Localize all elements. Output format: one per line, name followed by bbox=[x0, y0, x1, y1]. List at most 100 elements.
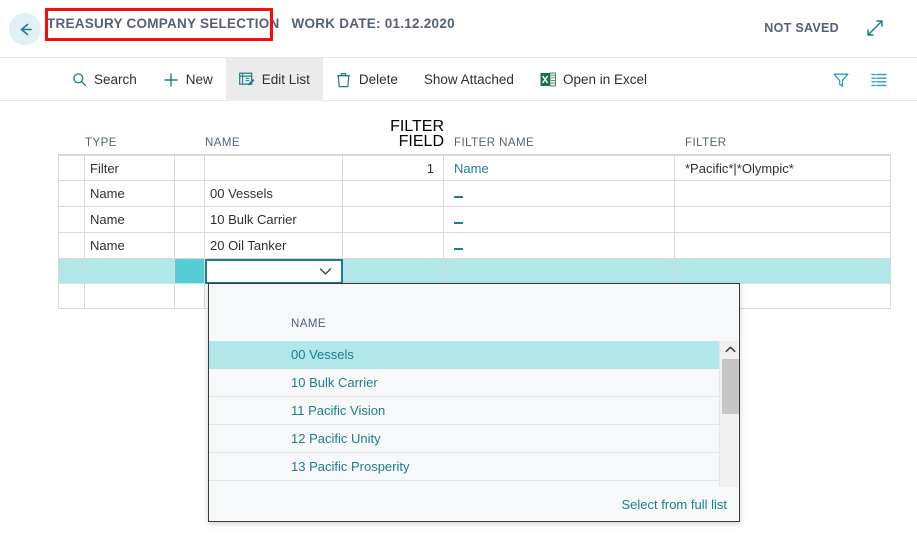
title-area: TREASURY COMPANY SELECTION WORK DATE: 01… bbox=[47, 16, 455, 31]
table-row[interactable]: Name 20 Oil Tanker bbox=[58, 233, 891, 259]
cell-type-extra[interactable] bbox=[175, 259, 205, 284]
cell-type[interactable]: Name bbox=[85, 181, 175, 207]
select-from-full-list-link[interactable]: Select from full list bbox=[622, 497, 727, 512]
row-selector-cell[interactable] bbox=[58, 284, 85, 309]
toolbar-new-button[interactable]: New bbox=[150, 58, 226, 101]
cell-type[interactable]: Name bbox=[85, 233, 175, 259]
arrow-left-icon bbox=[16, 20, 35, 39]
toolbar-delete-button[interactable]: Delete bbox=[323, 58, 411, 101]
page-header: TREASURY COMPANY SELECTION WORK DATE: 01… bbox=[0, 0, 917, 58]
col-header-filter-field-line1: FILTER bbox=[390, 119, 444, 134]
cell-filter-field[interactable] bbox=[343, 259, 444, 284]
cell-filter-name[interactable] bbox=[444, 259, 675, 284]
toolbar-show-attached-button[interactable]: Show Attached bbox=[411, 58, 527, 101]
toolbar-open-in-excel-button[interactable]: Open in Excel bbox=[527, 58, 660, 101]
cell-filter-name[interactable]: Name bbox=[444, 155, 675, 181]
back-button[interactable] bbox=[9, 13, 41, 45]
dropdown-option[interactable]: 10 Bulk Carrier bbox=[209, 369, 719, 397]
name-combobox-input[interactable] bbox=[207, 261, 341, 282]
col-header-spacer bbox=[58, 110, 85, 154]
empty-dash-icon bbox=[454, 222, 463, 224]
col-header-filter-field-line2: FIELD bbox=[399, 134, 444, 149]
cell-filter[interactable] bbox=[675, 233, 891, 259]
row-selector-cell[interactable] bbox=[58, 233, 85, 259]
edit-list-icon bbox=[239, 72, 255, 88]
cell-filter-name[interactable] bbox=[444, 207, 675, 233]
toolbar-search-button[interactable]: Search bbox=[58, 58, 150, 101]
toolbar: Search New bbox=[0, 58, 917, 101]
toolbar-edit-list-button[interactable]: Edit List bbox=[226, 58, 323, 101]
cell-filter[interactable]: *Pacific*|*Olympic* bbox=[675, 155, 891, 181]
cell-filter[interactable] bbox=[675, 207, 891, 233]
toolbar-open-in-excel-label: Open in Excel bbox=[563, 72, 647, 87]
cell-type-extra[interactable] bbox=[175, 233, 205, 259]
table-row[interactable]: Filter 1 Name *Pacific*|*Olympic* bbox=[58, 155, 891, 181]
filter-funnel-icon[interactable] bbox=[831, 70, 851, 90]
col-header-name[interactable]: NAME bbox=[205, 110, 343, 154]
table-row[interactable]: Name 10 Bulk Carrier bbox=[58, 207, 891, 233]
cell-type-extra[interactable] bbox=[175, 181, 205, 207]
cell-filter[interactable] bbox=[675, 259, 891, 284]
cell-filter-field[interactable]: 1 bbox=[343, 155, 444, 181]
search-icon bbox=[71, 72, 87, 88]
dropdown-options-viewport: 00 Vessels 10 Bulk Carrier 11 Pacific Vi… bbox=[209, 341, 721, 509]
table-row-selected[interactable] bbox=[58, 259, 891, 284]
cell-type[interactable]: Name bbox=[85, 207, 175, 233]
dropdown-option[interactable]: 00 Vessels bbox=[209, 341, 719, 369]
cell-type[interactable] bbox=[85, 284, 175, 309]
toolbar-right-icons bbox=[831, 58, 889, 101]
scrollbar-thumb[interactable] bbox=[722, 359, 739, 414]
dropdown-option[interactable]: 13 Pacific Prosperity bbox=[209, 453, 719, 481]
row-selector-cell[interactable] bbox=[58, 181, 85, 207]
chevron-down-icon[interactable] bbox=[319, 264, 332, 279]
dropdown-footer: Select from full list bbox=[209, 487, 740, 521]
toolbar-new-label: New bbox=[186, 72, 213, 87]
cell-filter-name[interactable] bbox=[444, 181, 675, 207]
work-date-label: WORK DATE: 01.12.2020 bbox=[292, 16, 455, 31]
dropdown-column-header-name: NAME bbox=[209, 310, 740, 338]
name-combobox[interactable] bbox=[205, 259, 343, 284]
list-view-icon[interactable] bbox=[869, 70, 889, 90]
cell-name[interactable]: 00 Vessels bbox=[205, 181, 343, 207]
cell-filter-field[interactable] bbox=[343, 233, 444, 259]
table-row[interactable]: Name 00 Vessels bbox=[58, 181, 891, 207]
excel-icon bbox=[540, 72, 556, 88]
row-selector-cell[interactable] bbox=[58, 155, 85, 181]
empty-dash-icon bbox=[454, 196, 463, 198]
cell-filter-field[interactable] bbox=[343, 181, 444, 207]
trash-icon bbox=[336, 72, 352, 88]
save-status-label: NOT SAVED bbox=[764, 21, 839, 35]
col-header-spacer-2 bbox=[175, 110, 205, 154]
col-header-type[interactable]: TYPE bbox=[85, 110, 175, 154]
cell-type-extra[interactable] bbox=[175, 207, 205, 233]
col-header-filter-name[interactable]: FILTER NAME bbox=[444, 110, 675, 154]
dropdown-options-list: 00 Vessels 10 Bulk Carrier 11 Pacific Vi… bbox=[209, 341, 719, 509]
cell-filter[interactable] bbox=[675, 181, 891, 207]
data-grid: TYPE NAME FILTER FIELD FILTER NAME FILTE… bbox=[58, 110, 891, 309]
plus-icon bbox=[163, 72, 179, 88]
cell-type[interactable]: Filter bbox=[85, 155, 175, 181]
col-header-filter[interactable]: FILTER bbox=[675, 110, 891, 154]
dropdown-scrollbar[interactable] bbox=[719, 341, 740, 509]
dropdown-option[interactable]: 11 Pacific Vision bbox=[209, 397, 719, 425]
cell-name[interactable] bbox=[205, 155, 343, 181]
chevron-up-icon[interactable] bbox=[720, 341, 740, 358]
row-selector-cell[interactable] bbox=[58, 207, 85, 233]
toolbar-delete-label: Delete bbox=[359, 72, 398, 87]
expand-button[interactable] bbox=[862, 17, 888, 43]
dropdown-option[interactable]: 12 Pacific Unity bbox=[209, 425, 719, 453]
toolbar-items: Search New bbox=[58, 58, 660, 101]
toolbar-search-label: Search bbox=[94, 72, 137, 87]
toolbar-edit-list-label: Edit List bbox=[262, 72, 310, 87]
cell-name[interactable]: 20 Oil Tanker bbox=[205, 233, 343, 259]
cell-type[interactable] bbox=[85, 259, 175, 284]
page-title: TREASURY COMPANY SELECTION bbox=[47, 16, 280, 31]
row-selector-cell[interactable] bbox=[58, 259, 85, 284]
cell-name[interactable]: 10 Bulk Carrier bbox=[205, 207, 343, 233]
cell-type-extra[interactable] bbox=[175, 284, 205, 309]
cell-type-extra[interactable] bbox=[175, 155, 205, 181]
app-root: TREASURY COMPANY SELECTION WORK DATE: 01… bbox=[0, 0, 917, 548]
cell-filter-name[interactable] bbox=[444, 233, 675, 259]
cell-filter-field[interactable] bbox=[343, 207, 444, 233]
col-header-filter-field[interactable]: FILTER FIELD bbox=[343, 110, 444, 154]
